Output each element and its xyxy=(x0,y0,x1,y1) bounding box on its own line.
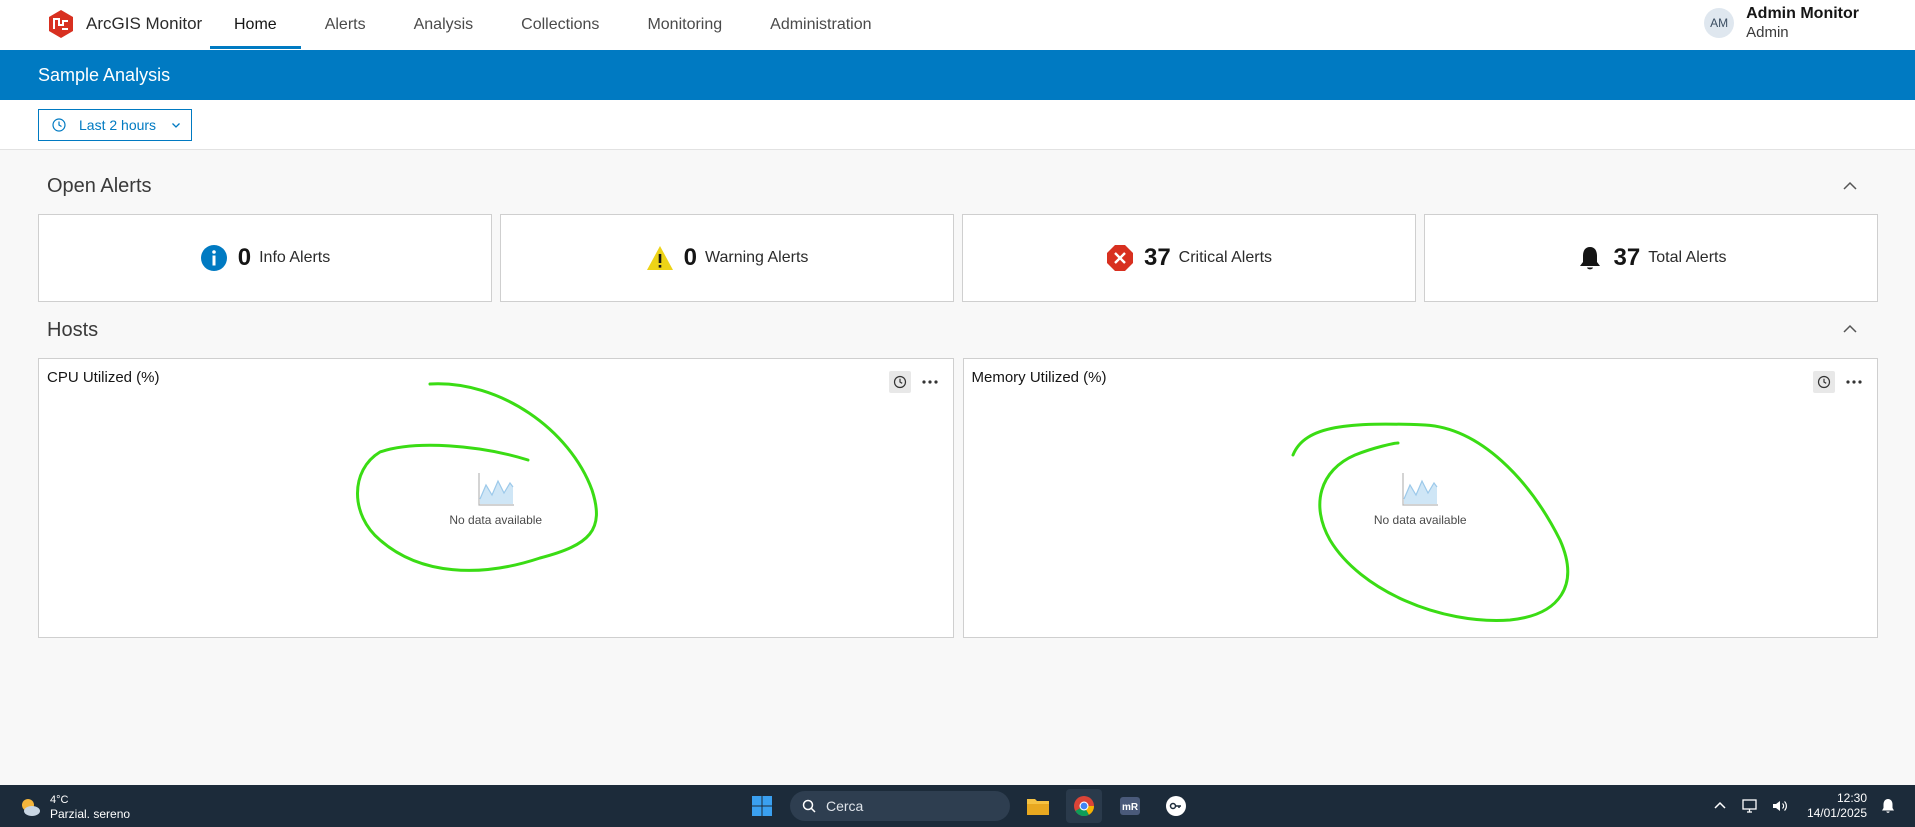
windows-start-icon xyxy=(752,796,772,816)
taskbar: 4°C Parzial. sereno Cerca mR 12:30 14/01… xyxy=(0,785,1915,827)
system-tray: 12:30 14/01/2025 xyxy=(1711,791,1897,821)
volume-icon[interactable] xyxy=(1771,797,1789,815)
taskbar-clock[interactable]: 12:30 14/01/2025 xyxy=(1807,791,1867,821)
nav-tabs: Home Alerts Analysis Collections Monitor… xyxy=(210,0,896,50)
panel-more-button[interactable] xyxy=(1843,371,1865,393)
panel-more-button[interactable] xyxy=(919,371,941,393)
search-placeholder: Cerca xyxy=(826,798,864,814)
critical-alerts-card[interactable]: 37 Critical Alerts xyxy=(962,214,1416,302)
cpu-panel-title: CPU Utilized (%) xyxy=(47,369,160,386)
info-alerts-label: Info Alerts xyxy=(259,249,331,266)
file-explorer-button[interactable] xyxy=(1020,789,1056,823)
filter-bar: Last 2 hours xyxy=(0,100,1915,150)
tab-collections[interactable]: Collections xyxy=(497,0,623,50)
weather-widget[interactable]: 4°C Parzial. sereno xyxy=(18,793,130,821)
tab-home[interactable]: Home xyxy=(210,0,301,50)
clock-date: 14/01/2025 xyxy=(1806,806,1867,820)
critical-alerts-count: 37 xyxy=(1143,244,1171,271)
chrome-icon xyxy=(1074,796,1095,817)
tab-administration[interactable]: Administration xyxy=(746,0,895,50)
panel-actions xyxy=(883,371,941,393)
more-horizontal-icon xyxy=(921,380,938,384)
partly-cloudy-icon xyxy=(22,799,40,816)
taskbar-search[interactable]: Cerca xyxy=(790,791,1010,821)
taskbar-apps: Cerca mR xyxy=(744,789,1194,823)
page-title-bar: Sample Analysis xyxy=(0,50,1915,100)
avatar: AM xyxy=(1704,8,1735,38)
svg-text:mR: mR xyxy=(1122,802,1139,813)
no-data-text: No data available xyxy=(1373,513,1467,527)
clock-icon xyxy=(893,375,906,389)
tab-analysis[interactable]: Analysis xyxy=(390,0,498,50)
time-range-button[interactable]: Last 2 hours xyxy=(38,109,192,141)
no-data-chart-icon xyxy=(478,473,514,506)
clock-time: 12:30 xyxy=(1836,791,1867,805)
app-name: ArcGIS Monitor xyxy=(86,14,203,33)
app-logo[interactable]: ArcGIS Monitor xyxy=(46,9,202,39)
top-navigation: ArcGIS Monitor Home Alerts Analysis Coll… xyxy=(0,0,1915,50)
total-alerts-card[interactable]: 37 Total Alerts xyxy=(1424,214,1878,302)
chrome-button[interactable] xyxy=(1066,789,1102,823)
chevron-up-icon[interactable] xyxy=(1841,320,1859,338)
more-horizontal-icon xyxy=(1846,380,1862,384)
weather-text: 4°C Parzial. sereno xyxy=(50,793,130,821)
hosts-title: Hosts xyxy=(47,319,99,341)
alert-cards: 0 Info Alerts 0 Warning Alerts 37 Critic… xyxy=(38,214,1878,302)
user-info: Admin Monitor Admin xyxy=(1746,4,1859,42)
tab-alerts[interactable]: Alerts xyxy=(301,0,390,50)
folder-icon xyxy=(1027,799,1049,815)
weather-desc: Parzial. sereno xyxy=(50,807,131,821)
empty-state: No data available xyxy=(964,469,1878,527)
chevron-up-icon[interactable] xyxy=(1711,797,1729,815)
user-name: Admin Monitor xyxy=(1746,5,1859,22)
tab-monitoring[interactable]: Monitoring xyxy=(623,0,746,50)
panel-time-button[interactable] xyxy=(1813,371,1835,393)
critical-alerts-label: Critical Alerts xyxy=(1178,249,1273,266)
panel-time-button[interactable] xyxy=(888,371,911,393)
critical-icon xyxy=(1106,245,1133,271)
page-title: Sample Analysis xyxy=(38,64,171,85)
arcgis-monitor-logo-icon xyxy=(49,10,73,38)
total-alerts-count: 37 xyxy=(1613,244,1641,271)
host-panels: CPU Utilized (%) No data available Memor… xyxy=(38,358,1878,638)
info-alerts-count: 0 xyxy=(237,244,252,271)
open-alerts-title: Open Alerts xyxy=(47,175,152,197)
warning-alerts-count: 0 xyxy=(683,244,697,271)
start-button[interactable] xyxy=(744,789,780,823)
memory-utilized-panel: Memory Utilized (%) No data available xyxy=(962,358,1878,638)
panel-actions xyxy=(1807,371,1865,393)
time-range-label: Last 2 hours xyxy=(79,117,157,133)
clock-icon xyxy=(52,118,66,132)
info-alerts-card[interactable]: 0 Info Alerts xyxy=(38,214,492,302)
user-role: Admin xyxy=(1746,24,1789,41)
bell-icon xyxy=(1579,247,1600,270)
notification-bell-icon[interactable] xyxy=(1879,797,1897,815)
memory-panel-title: Memory Utilized (%) xyxy=(971,369,1107,386)
chevron-down-icon xyxy=(172,123,181,128)
warning-alerts-label: Warning Alerts xyxy=(704,249,809,266)
search-icon xyxy=(802,799,816,813)
no-data-chart-icon xyxy=(1402,473,1439,506)
remote-app-button[interactable]: mR xyxy=(1112,789,1148,823)
warning-alerts-card[interactable]: 0 Warning Alerts xyxy=(500,214,954,302)
chevron-up-icon[interactable] xyxy=(1841,177,1859,195)
vpn-app-button[interactable] xyxy=(1158,789,1194,823)
user-menu[interactable]: AM Admin Monitor Admin xyxy=(1704,4,1859,42)
empty-state: No data available xyxy=(39,469,953,527)
no-data-text: No data available xyxy=(449,513,543,527)
network-icon[interactable] xyxy=(1741,797,1759,815)
clock-icon xyxy=(1817,375,1831,389)
total-alerts-label: Total Alerts xyxy=(1648,249,1727,266)
key-icon xyxy=(1166,796,1186,816)
remote-desktop-icon: mR xyxy=(1120,797,1140,815)
weather-temp: 4°C xyxy=(50,794,69,806)
cpu-utilized-panel: CPU Utilized (%) No data available xyxy=(38,358,954,638)
info-icon xyxy=(200,245,227,271)
warning-icon xyxy=(646,246,673,270)
